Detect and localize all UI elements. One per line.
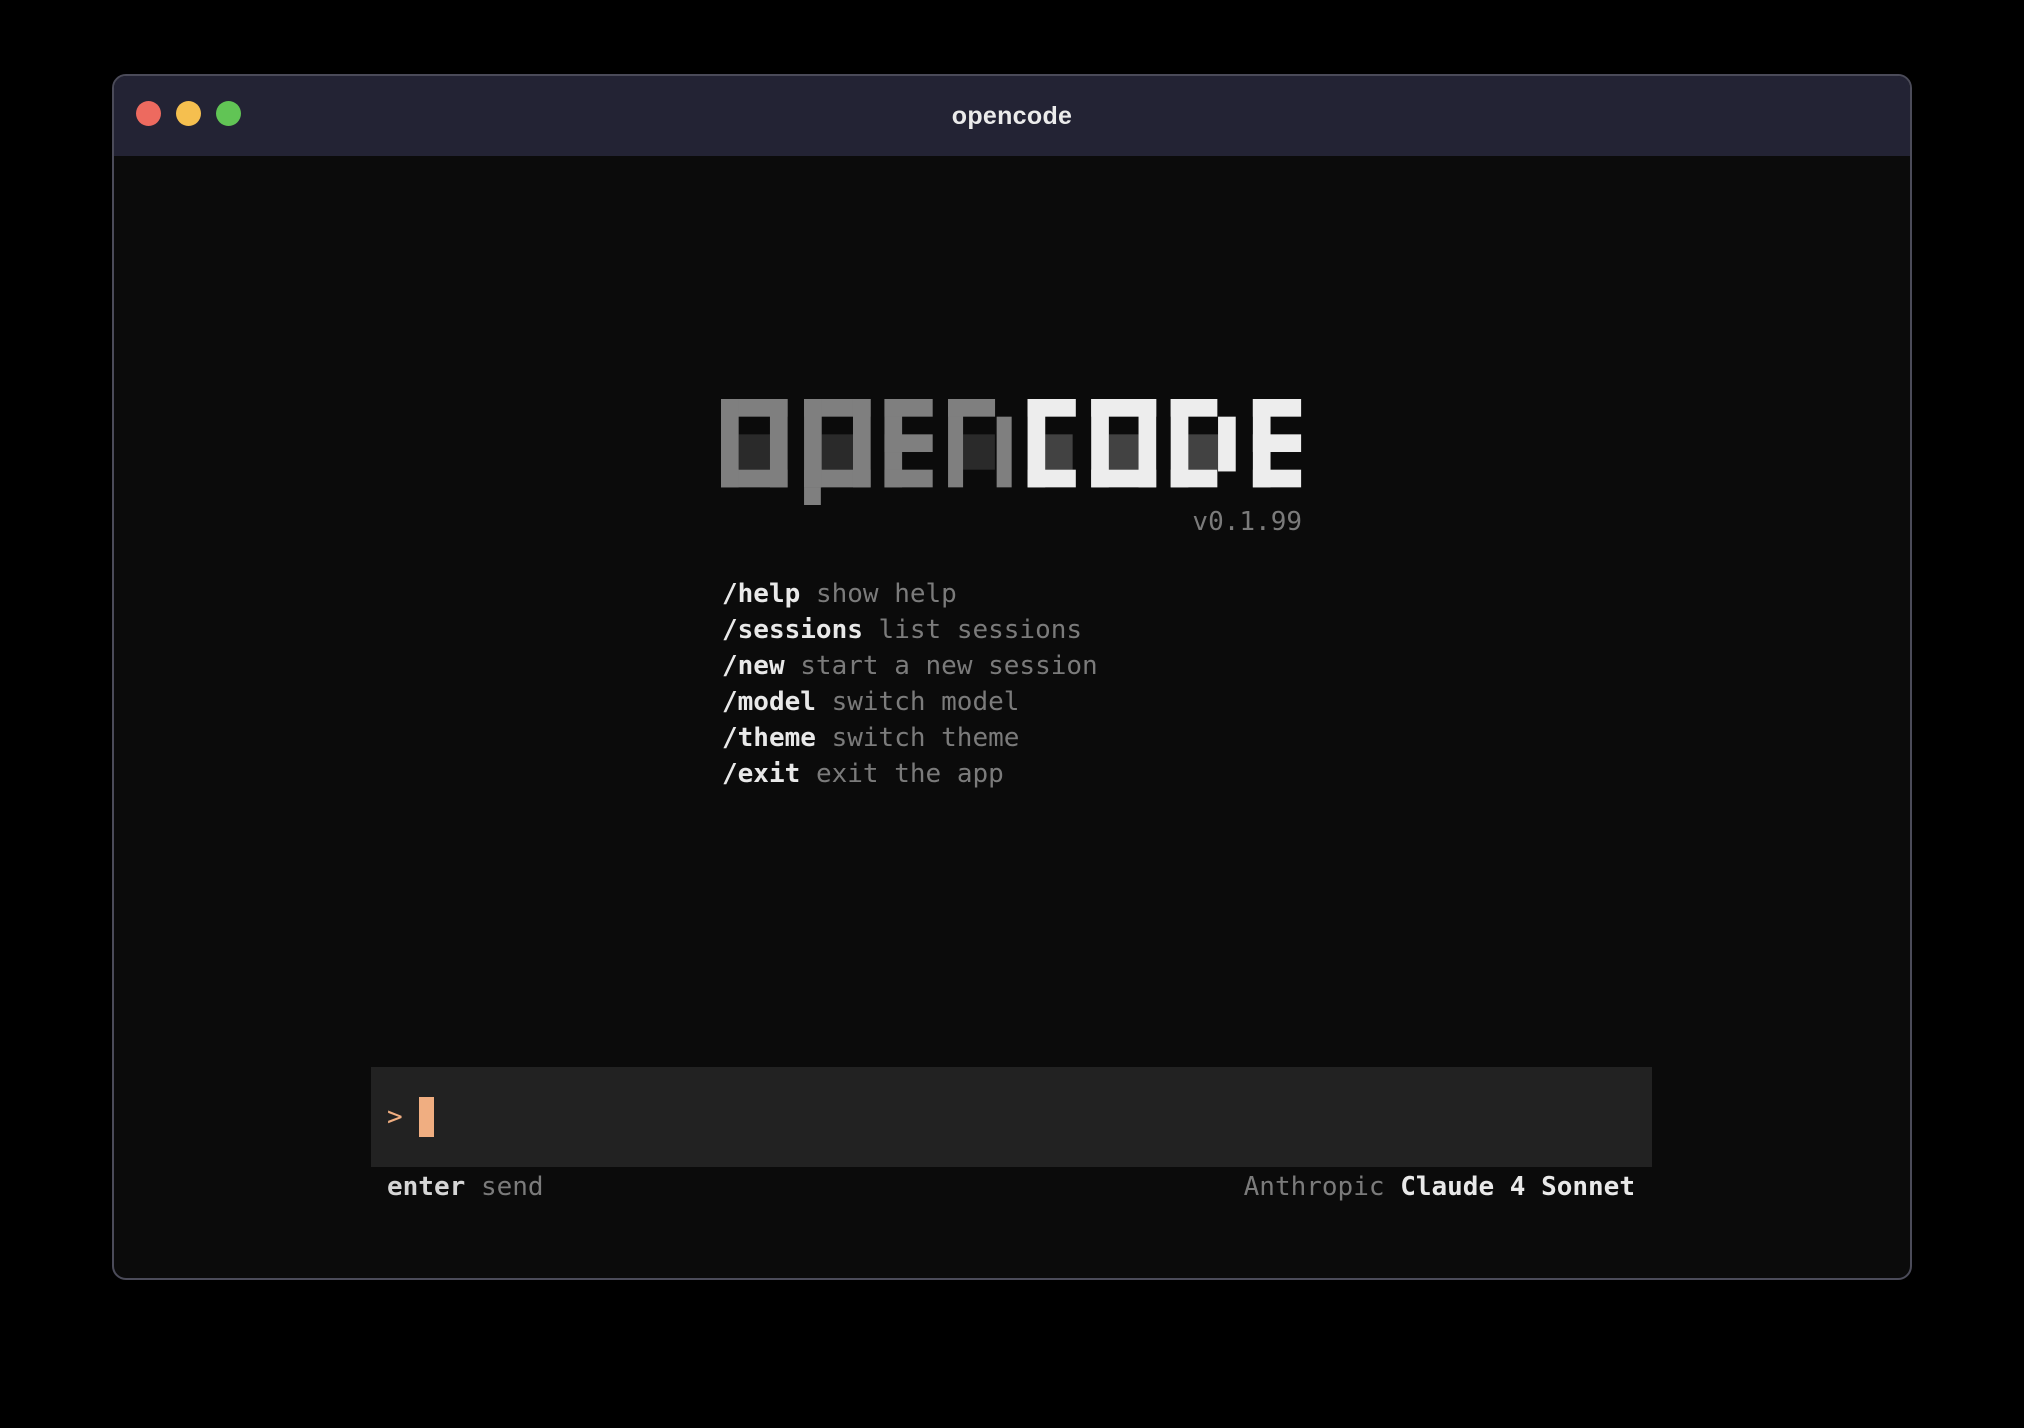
app-window: opencode v0.1.99 /help show help/session… — [112, 74, 1912, 1280]
command-name: /new — [722, 651, 785, 681]
command-row: /sessions list sessions — [722, 612, 1098, 648]
traffic-lights — [136, 101, 241, 126]
text-cursor — [419, 1097, 434, 1137]
titlebar: opencode — [114, 76, 1910, 156]
statusbar: enter send Anthropic Claude 4 Sonnet — [387, 1169, 1635, 1205]
zoom-icon[interactable] — [216, 101, 241, 126]
provider-label: Anthropic — [1244, 1172, 1385, 1202]
command-desc: exit the app — [816, 759, 1004, 789]
command-name: /exit — [722, 759, 800, 789]
hint-action: send — [481, 1172, 544, 1202]
minimize-icon[interactable] — [176, 101, 201, 126]
terminal-area: v0.1.99 /help show help/sessions list se… — [114, 156, 1910, 1278]
prompt-input[interactable]: > — [371, 1067, 1652, 1167]
command-name: /sessions — [722, 615, 863, 645]
command-row: /help show help — [722, 576, 1098, 612]
command-desc: switch theme — [832, 723, 1020, 753]
command-desc: switch model — [832, 687, 1020, 717]
command-name: /theme — [722, 723, 816, 753]
command-list: /help show help/sessions list sessions/n… — [722, 576, 1098, 792]
close-icon[interactable] — [136, 101, 161, 126]
opencode-logo — [721, 399, 1302, 505]
command-row: /new start a new session — [722, 648, 1098, 684]
send-hint: enter send — [387, 1169, 544, 1205]
prompt-icon: > — [387, 1104, 403, 1130]
model-indicator: Anthropic Claude 4 Sonnet — [1244, 1169, 1635, 1205]
model-label: Claude 4 Sonnet — [1400, 1172, 1635, 1202]
command-name: /help — [722, 579, 800, 609]
command-row: /model switch model — [722, 684, 1098, 720]
hint-key: enter — [387, 1172, 465, 1202]
command-row: /theme switch theme — [722, 720, 1098, 756]
command-desc: list sessions — [879, 615, 1083, 645]
command-desc: start a new session — [800, 651, 1097, 681]
command-row: /exit exit the app — [722, 756, 1098, 792]
version-label: v0.1.99 — [721, 506, 1302, 538]
command-name: /model — [722, 687, 816, 717]
command-desc: show help — [816, 579, 957, 609]
window-title: opencode — [952, 102, 1072, 131]
